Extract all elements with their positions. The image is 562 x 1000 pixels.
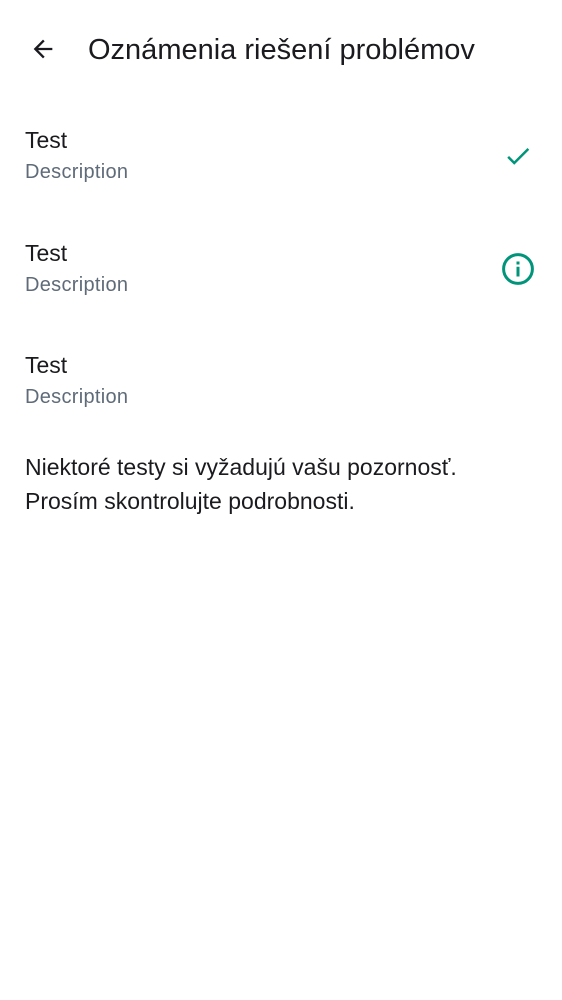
info-circle-icon	[500, 251, 536, 287]
arrow-left-icon	[33, 39, 53, 59]
test-list: Test Description Test Description Test D…	[0, 100, 562, 438]
test-title: Test	[25, 127, 68, 153]
page-title: Oznámenia riešení problémov	[88, 34, 475, 66]
list-item[interactable]: Test Description	[0, 213, 562, 326]
notice-line: Niektoré testy si vyžadujú vašu pozornos…	[25, 454, 457, 480]
test-description: Description	[25, 273, 129, 296]
list-item[interactable]: Test Description	[0, 100, 562, 213]
list-item[interactable]: Test Description	[0, 325, 562, 438]
test-description: Description	[25, 386, 129, 408]
test-title: Test	[25, 352, 68, 378]
notice-line: Prosím skontrolujte podrobnosti.	[25, 488, 355, 514]
app-bar: Oznámenia riešení problémov	[0, 0, 562, 100]
check-icon	[500, 138, 536, 174]
back-button[interactable]	[20, 26, 66, 72]
attention-notice: Niektoré testy si vyžadujú vašu pozornos…	[25, 450, 545, 518]
test-description: Description	[25, 161, 129, 183]
test-title: Test	[25, 239, 68, 266]
